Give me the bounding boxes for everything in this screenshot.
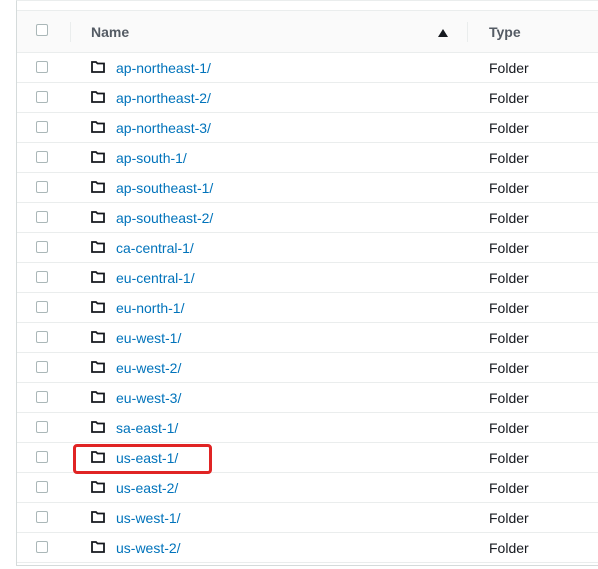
sort-ascending-icon[interactable] (438, 29, 448, 37)
row-checkbox[interactable] (36, 91, 48, 103)
folder-icon (91, 61, 105, 73)
row-type: Folder (489, 390, 529, 406)
table-row[interactable]: ap-southeast-2/Folder (17, 203, 598, 233)
folder-icon (91, 481, 105, 493)
folder-link[interactable]: sa-east-1/ (116, 420, 178, 436)
table-header: Name Type (17, 10, 598, 53)
folder-icon (91, 541, 105, 553)
row-type: Folder (489, 420, 529, 436)
table-row[interactable]: ap-northeast-2/Folder (17, 83, 598, 113)
folder-icon (91, 121, 105, 133)
folder-icon (91, 211, 105, 223)
folder-link[interactable]: ap-northeast-1/ (116, 60, 211, 76)
folder-icon (91, 421, 105, 433)
folder-link[interactable]: eu-west-1/ (116, 330, 181, 346)
column-header-type[interactable]: Type (489, 24, 521, 40)
folder-link[interactable]: ap-northeast-3/ (116, 120, 211, 136)
table-row[interactable]: ap-south-1/Folder (17, 143, 598, 173)
table-row[interactable]: us-west-2/Folder (17, 533, 598, 563)
row-type: Folder (489, 90, 529, 106)
row-checkbox[interactable] (36, 361, 48, 373)
row-checkbox[interactable] (36, 331, 48, 343)
folder-link[interactable]: eu-central-1/ (116, 270, 195, 286)
folder-icon (91, 91, 105, 103)
folder-icon (91, 181, 105, 193)
row-type: Folder (489, 120, 529, 136)
row-checkbox[interactable] (36, 211, 48, 223)
folder-link[interactable]: us-west-1/ (116, 510, 181, 526)
table-row[interactable]: ap-northeast-3/Folder (17, 113, 598, 143)
row-type: Folder (489, 180, 529, 196)
table-row[interactable]: eu-west-2/Folder (17, 353, 598, 383)
row-checkbox[interactable] (36, 301, 48, 313)
row-type: Folder (489, 330, 529, 346)
folder-icon (91, 301, 105, 313)
column-separator (70, 22, 71, 42)
row-checkbox[interactable] (36, 271, 48, 283)
folder-icon (91, 151, 105, 163)
row-type: Folder (489, 480, 529, 496)
row-type: Folder (489, 240, 529, 256)
folder-icon (91, 271, 105, 283)
folder-icon (91, 391, 105, 403)
table-row[interactable]: us-east-1/Folder (17, 443, 598, 473)
row-checkbox[interactable] (36, 61, 48, 73)
row-checkbox[interactable] (36, 481, 48, 493)
table-row[interactable]: eu-west-1/Folder (17, 323, 598, 353)
table-row[interactable]: eu-west-3/Folder (17, 383, 598, 413)
folder-icon (91, 331, 105, 343)
row-type: Folder (489, 360, 529, 376)
row-checkbox[interactable] (36, 511, 48, 523)
folder-link[interactable]: ap-southeast-2/ (116, 210, 213, 226)
row-checkbox[interactable] (36, 151, 48, 163)
row-type: Folder (489, 210, 529, 226)
folder-icon (91, 451, 105, 463)
folder-link[interactable]: ap-northeast-2/ (116, 90, 211, 106)
row-type: Folder (489, 270, 529, 286)
row-checkbox[interactable] (36, 391, 48, 403)
folder-icon (91, 241, 105, 253)
table-row[interactable]: ca-central-1/Folder (17, 233, 598, 263)
table-row[interactable]: eu-central-1/Folder (17, 263, 598, 293)
table-row[interactable]: us-east-2/Folder (17, 473, 598, 503)
folder-link[interactable]: ap-south-1/ (116, 150, 187, 166)
table-row[interactable]: us-west-1/Folder (17, 503, 598, 533)
folder-icon (91, 511, 105, 523)
column-header-name[interactable]: Name (91, 24, 129, 40)
table-row[interactable]: ap-northeast-1/Folder (17, 53, 598, 83)
column-resize-handle[interactable] (467, 22, 468, 42)
folder-link[interactable]: eu-west-3/ (116, 390, 181, 406)
row-type: Folder (489, 300, 529, 316)
row-checkbox[interactable] (36, 451, 48, 463)
folder-link[interactable]: ap-southeast-1/ (116, 180, 213, 196)
folder-link[interactable]: eu-west-2/ (116, 360, 181, 376)
folder-icon (91, 361, 105, 373)
select-all-checkbox[interactable] (36, 24, 48, 36)
table-row[interactable]: ap-southeast-1/Folder (17, 173, 598, 203)
folder-link[interactable]: us-east-2/ (116, 480, 178, 496)
row-checkbox[interactable] (36, 121, 48, 133)
row-type: Folder (489, 540, 529, 556)
row-checkbox[interactable] (36, 241, 48, 253)
folder-link[interactable]: us-east-1/ (116, 450, 178, 466)
folder-link[interactable]: eu-north-1/ (116, 300, 184, 316)
row-checkbox[interactable] (36, 181, 48, 193)
row-type: Folder (489, 60, 529, 76)
folder-link[interactable]: ca-central-1/ (116, 240, 194, 256)
row-type: Folder (489, 150, 529, 166)
row-checkbox[interactable] (36, 421, 48, 433)
folder-link[interactable]: us-west-2/ (116, 540, 181, 556)
table-row[interactable]: eu-north-1/Folder (17, 293, 598, 323)
row-checkbox[interactable] (36, 541, 48, 553)
row-type: Folder (489, 450, 529, 466)
row-type: Folder (489, 510, 529, 526)
table-row[interactable]: sa-east-1/Folder (17, 413, 598, 443)
